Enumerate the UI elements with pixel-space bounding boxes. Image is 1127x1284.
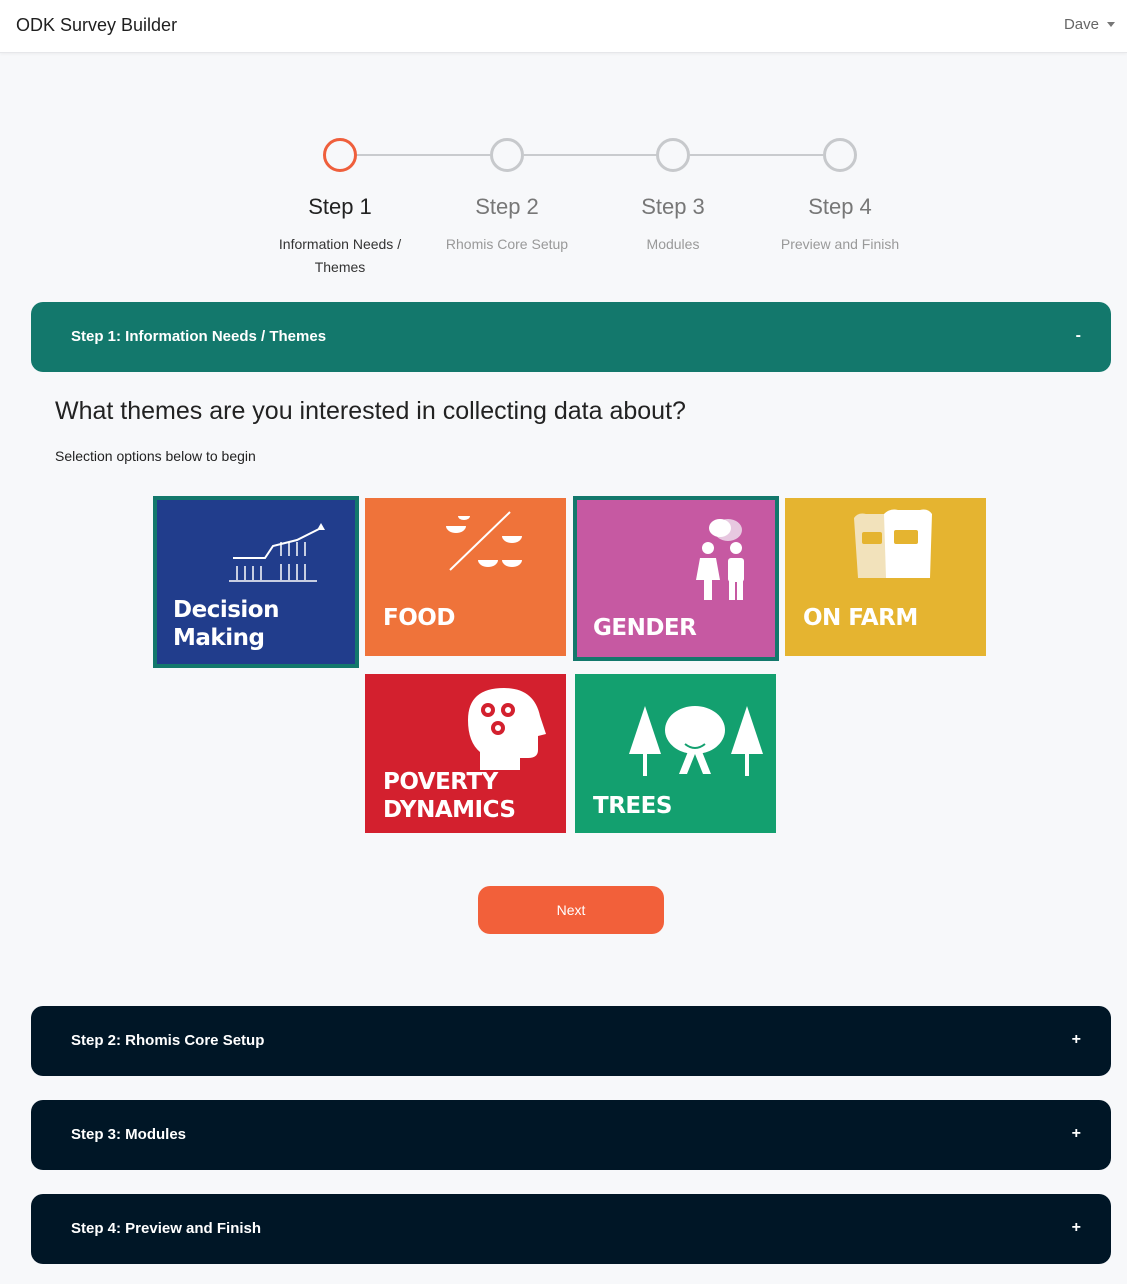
themes-hint: Selection options below to begin — [55, 448, 256, 464]
tile-label-line2: DYNAMICS — [383, 797, 516, 823]
caret-down-icon[interactable] — [1107, 22, 1115, 27]
step-4-circle[interactable] — [823, 138, 857, 172]
step-4-subtitle: Preview and Finish — [780, 236, 900, 252]
tile-label-line1: POVERTY — [383, 769, 498, 795]
stepper-connector — [690, 154, 823, 156]
tile-label: ON FARM — [803, 605, 918, 631]
man-woman-icon — [696, 519, 744, 600]
step-2-subtitle: Rhomis Core Setup — [445, 236, 569, 252]
expand-icon[interactable]: + — [1072, 1125, 1081, 1143]
expand-icon[interactable]: + — [1072, 1219, 1081, 1237]
user-menu[interactable]: Dave — [1064, 16, 1115, 33]
app-title[interactable]: ODK Survey Builder — [16, 15, 177, 36]
theme-tile-poverty-dynamics[interactable]: POVERTY DYNAMICS — [365, 674, 566, 833]
step-4-title: Step 4 — [808, 194, 872, 219]
step-3-circle[interactable] — [656, 138, 690, 172]
top-navbar: ODK Survey Builder Dave — [0, 0, 1127, 53]
expand-icon[interactable]: + — [1072, 1031, 1081, 1049]
tile-label: POVERTY DYNAMICS — [383, 768, 516, 824]
tile-label-line2: Making — [173, 625, 265, 651]
theme-tile-gender[interactable]: GENDER — [573, 496, 779, 661]
section-step-1-header[interactable]: Step 1: Information Needs / Themes - — [31, 302, 1111, 372]
section-title: Step 4: Preview and Finish — [71, 1220, 262, 1237]
tile-label: GENDER — [593, 615, 697, 641]
theme-tile-food[interactable]: FOOD — [365, 498, 566, 656]
step-3-title: Step 3 — [641, 194, 705, 219]
step-3-subtitle: Modules — [646, 236, 700, 252]
rising-chart-crops-icon — [229, 523, 325, 582]
step-1-subtitle: Information Needs / Themes — [278, 236, 402, 275]
step-2-title: Step 2 — [475, 194, 539, 219]
tile-label-line1: Decision — [173, 597, 279, 623]
theme-tile-on-farm[interactable]: ON FARM — [785, 498, 986, 656]
section-title: Step 1: Information Needs / Themes — [71, 328, 327, 345]
trees-icon — [629, 706, 763, 776]
section-title: Step 2: Rhomis Core Setup — [71, 1032, 265, 1049]
feed-sacks-icon — [854, 509, 932, 578]
step-1-title: Step 1 — [308, 194, 372, 219]
section-step-2-header[interactable]: Step 2: Rhomis Core Setup + — [31, 1006, 1111, 1076]
section-title: Step 3: Modules — [71, 1126, 187, 1143]
stepper-connector — [357, 154, 490, 156]
section-step-4-header[interactable]: Step 4: Preview and Finish + — [31, 1194, 1111, 1264]
bowls-scale-icon — [446, 511, 522, 571]
theme-tile-trees[interactable]: TREES — [575, 674, 776, 833]
themes-question: What themes are you interested in collec… — [55, 397, 686, 425]
tile-label: FOOD — [383, 605, 455, 631]
stepper-connector — [524, 154, 657, 156]
section-step-3-header[interactable]: Step 3: Modules + — [31, 1100, 1111, 1170]
next-button[interactable]: Next — [478, 886, 664, 934]
step-2-circle[interactable] — [490, 138, 524, 172]
tile-label: Decision Making — [173, 596, 279, 652]
collapse-icon[interactable]: - — [1076, 327, 1081, 345]
user-name[interactable]: Dave — [1064, 16, 1099, 33]
theme-tile-decision-making[interactable]: Decision Making — [153, 496, 359, 668]
head-gears-icon — [468, 688, 546, 770]
tile-label: TREES — [593, 793, 672, 819]
step-1-circle[interactable] — [323, 138, 357, 172]
